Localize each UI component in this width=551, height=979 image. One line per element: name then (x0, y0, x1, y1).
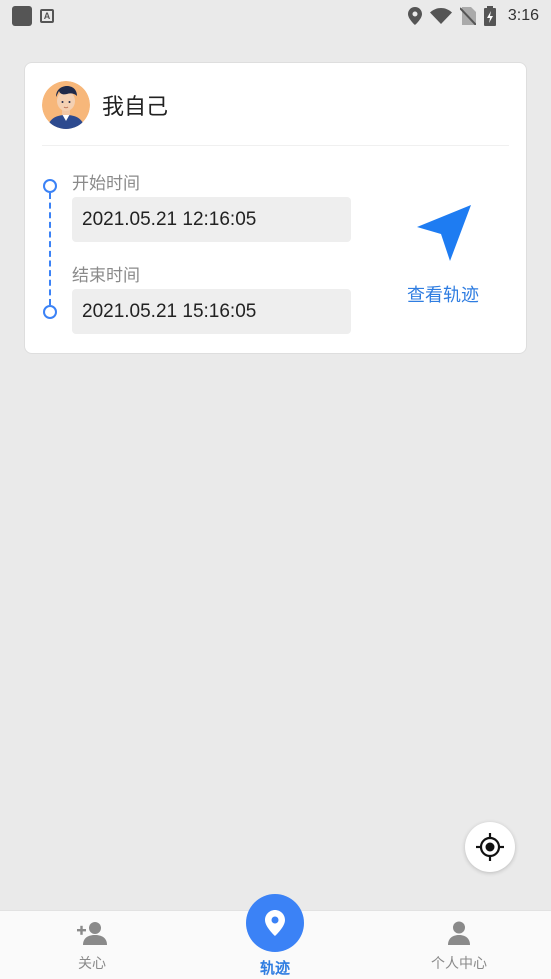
view-track-button[interactable]: 查看轨迹 (393, 203, 493, 307)
bottom-nav: 关心 轨迹 个人中心 (0, 894, 551, 979)
timeline-start-dot (43, 179, 57, 193)
avatar (42, 81, 90, 129)
timeline (42, 179, 58, 319)
divider (42, 145, 509, 146)
timeline-dash (49, 193, 51, 305)
status-bar: A 3:16 (0, 0, 551, 32)
start-time-label: 开始时间 (72, 174, 140, 194)
nav-item-track[interactable]: 轨迹 (215, 894, 335, 979)
nav-label-profile: 个人中心 (431, 956, 487, 972)
map-pin-icon (265, 910, 285, 936)
locate-button[interactable] (465, 822, 515, 872)
app-square-icon (12, 6, 32, 26)
person-icon (448, 921, 470, 945)
start-time-field[interactable]: 2021.05.21 12:16:05 (72, 197, 351, 242)
status-right: 3:16 (407, 6, 539, 26)
track-card: 我自己 开始时间 2021.05.21 12:16:05 结束时间 2021.0… (24, 62, 527, 354)
view-track-label: 查看轨迹 (407, 285, 479, 306)
nav-label-care: 关心 (78, 956, 106, 972)
nav-track-circle (246, 894, 304, 952)
navigation-arrow-icon (417, 205, 471, 261)
timeline-end-dot (43, 305, 57, 319)
nav-item-care[interactable]: 关心 (32, 911, 152, 979)
card-header: 我自己 (42, 81, 168, 129)
end-time-field[interactable]: 2021.05.21 15:16:05 (72, 289, 351, 334)
end-time-label: 结束时间 (72, 266, 140, 286)
user-name: 我自己 (102, 95, 169, 120)
add-user-icon (77, 922, 107, 945)
crosshair-icon (476, 833, 504, 861)
no-sim-icon (459, 7, 476, 25)
location-icon (407, 7, 422, 25)
status-left: A (12, 6, 54, 26)
nav-label-track: 轨迹 (259, 959, 290, 977)
battery-charging-icon (483, 6, 496, 26)
wifi-icon (429, 8, 452, 24)
nav-item-profile[interactable]: 个人中心 (399, 911, 519, 979)
status-time: 3:16 (507, 7, 539, 24)
a-icon: A (40, 9, 54, 23)
